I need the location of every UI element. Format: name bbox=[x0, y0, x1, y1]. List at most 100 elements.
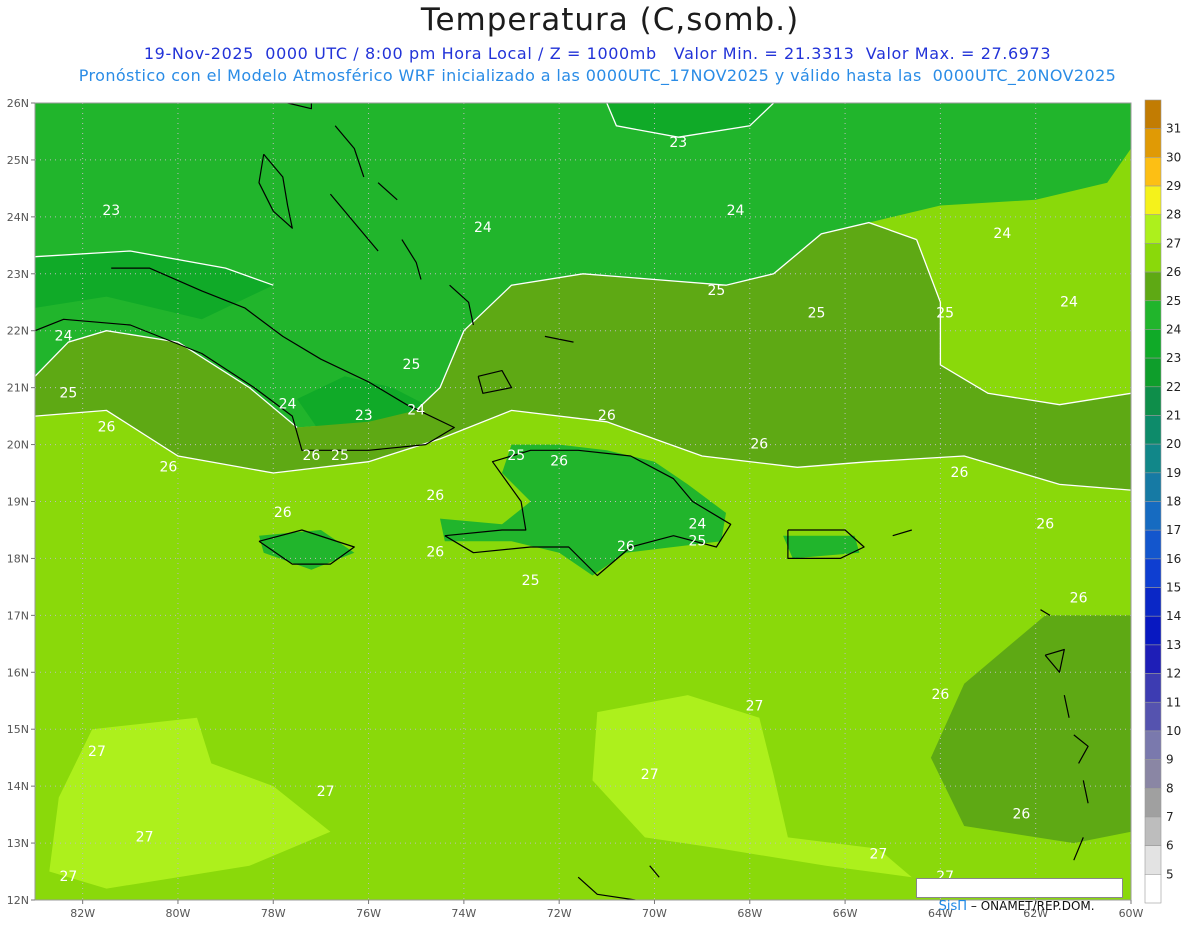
colorbar-swatch bbox=[1144, 730, 1162, 760]
lon-tick-label: 80W bbox=[166, 907, 191, 920]
colorbar-swatch bbox=[1144, 128, 1162, 158]
isotherm-label: 24 bbox=[474, 220, 492, 236]
isotherm-label: 26 bbox=[160, 459, 178, 475]
isotherm-label: 25 bbox=[59, 385, 77, 401]
isotherm-label: 26 bbox=[1070, 590, 1088, 606]
colorbar-swatch bbox=[1144, 874, 1162, 904]
isotherm-label: 26 bbox=[598, 408, 616, 424]
isotherm-label: 27 bbox=[641, 767, 659, 783]
colorbar-label: 17 bbox=[1166, 523, 1181, 537]
isotherm-label: 26 bbox=[98, 419, 116, 435]
colorbar-swatch bbox=[1144, 587, 1162, 617]
colorbar-label: 6 bbox=[1166, 839, 1174, 853]
isotherm-label: 24 bbox=[1060, 294, 1078, 310]
colorbar-swatch bbox=[1144, 214, 1162, 244]
colorbar-label: 10 bbox=[1166, 724, 1181, 738]
colorbar: 31 30 29 28 27 26 25 24 23 22 21 20 19 18 17 16 15 14 13 12… bbox=[1144, 99, 1181, 904]
lat-tick-label: 16N bbox=[7, 666, 29, 679]
lat-tick-label: 22N bbox=[7, 325, 29, 338]
isotherm-label: 26 bbox=[951, 465, 969, 481]
colorbar-label: 26 bbox=[1166, 265, 1181, 279]
isotherm-label: 27 bbox=[317, 784, 335, 800]
colorbar-swatch bbox=[1144, 243, 1162, 273]
isotherm-label: 26 bbox=[274, 505, 292, 521]
credit-text: – ONAMET/REP.DOM. bbox=[967, 899, 1095, 913]
colorbar-label: 22 bbox=[1166, 380, 1181, 394]
colorbar-swatch bbox=[1144, 157, 1162, 187]
colorbar-label: 27 bbox=[1166, 236, 1181, 250]
colorbar-label: 24 bbox=[1166, 322, 1181, 336]
colorbar-swatch bbox=[1144, 300, 1162, 330]
colorbar-swatch bbox=[1144, 759, 1162, 789]
isotherm-label: 27 bbox=[136, 829, 154, 845]
lon-tick-label: 72W bbox=[547, 907, 572, 920]
colorbar-label: 21 bbox=[1166, 408, 1181, 422]
colorbar-label: 15 bbox=[1166, 581, 1181, 595]
colorbar-label: 18 bbox=[1166, 495, 1181, 509]
colorbar-swatch bbox=[1144, 185, 1162, 216]
lon-tick-label: 60W bbox=[1119, 907, 1144, 920]
colorbar-label: 29 bbox=[1166, 179, 1181, 193]
colorbar-swatch bbox=[1144, 787, 1162, 818]
colorbar-label: 28 bbox=[1166, 208, 1181, 222]
colorbar-swatch bbox=[1144, 816, 1162, 846]
isotherm-label: 24 bbox=[279, 397, 297, 413]
lon-tick-label: 68W bbox=[737, 907, 762, 920]
isotherm-label: 25 bbox=[688, 533, 706, 549]
isotherm-label: 25 bbox=[507, 448, 525, 464]
isotherm-label: 24 bbox=[55, 328, 73, 344]
isotherm-label: 24 bbox=[688, 516, 706, 532]
lat-tick-label: 18N bbox=[7, 552, 29, 565]
colorbar-label: 7 bbox=[1166, 810, 1174, 824]
lat-tick-label: 25N bbox=[7, 154, 29, 167]
colorbar-swatch bbox=[1144, 357, 1162, 388]
colorbar-label: 8 bbox=[1166, 781, 1174, 795]
isotherm-label: 26 bbox=[750, 437, 768, 453]
lat-tick-label: 20N bbox=[7, 439, 29, 452]
colorbar-swatch bbox=[1144, 329, 1162, 359]
isotherm-label: 26 bbox=[426, 488, 444, 504]
isotherm-label: 24 bbox=[993, 226, 1011, 242]
lon-tick-label: 74W bbox=[451, 907, 476, 920]
colorbar-label: 25 bbox=[1166, 294, 1181, 308]
colorbar-swatch bbox=[1144, 615, 1162, 646]
colorbar-label: 20 bbox=[1166, 437, 1181, 451]
colorbar-swatch bbox=[1144, 99, 1162, 129]
isotherm-label: 23 bbox=[669, 135, 687, 151]
lon-tick-label: 82W bbox=[70, 907, 95, 920]
lon-tick-label: 70W bbox=[642, 907, 667, 920]
colorbar-label: 16 bbox=[1166, 552, 1181, 566]
colorbar-label: 14 bbox=[1166, 609, 1181, 623]
isotherm-label: 26 bbox=[1036, 516, 1054, 532]
colorbar-label: 19 bbox=[1166, 466, 1181, 480]
map-plot-area: 23232424242525 25242425252423 24262626 2526… bbox=[35, 103, 1131, 900]
temperature-map: 23232424242525 25242425252423 24262626 2526… bbox=[7, 97, 1182, 920]
lat-tick-label: 13N bbox=[7, 837, 29, 850]
isotherm-label: 25 bbox=[331, 448, 349, 464]
isotherm-label: 27 bbox=[59, 869, 77, 885]
isotherm-label: 27 bbox=[746, 698, 764, 714]
lon-tick-label: 76W bbox=[356, 907, 381, 920]
isotherm-label: 25 bbox=[708, 283, 726, 299]
colorbar-label: 9 bbox=[1166, 753, 1174, 767]
lat-tick-label: 21N bbox=[7, 382, 29, 395]
isotherm-label: 26 bbox=[617, 539, 635, 555]
colorbar-swatch bbox=[1144, 644, 1162, 674]
isotherm-label: 26 bbox=[302, 448, 320, 464]
lat-tick-label: 15N bbox=[7, 723, 29, 736]
isotherm-label: 25 bbox=[403, 357, 421, 373]
isotherm-label: 24 bbox=[407, 402, 425, 418]
isotherm-label: 26 bbox=[426, 545, 444, 561]
isotherm-label: 25 bbox=[936, 306, 954, 322]
colorbar-swatch bbox=[1144, 673, 1162, 703]
lon-tick-label: 66W bbox=[833, 907, 858, 920]
isotherm-label: 25 bbox=[808, 306, 826, 322]
isotherm-label: 25 bbox=[522, 573, 540, 589]
isotherm-label: 26 bbox=[931, 687, 949, 703]
colorbar-swatch bbox=[1144, 386, 1162, 416]
colorbar-swatch bbox=[1144, 443, 1162, 474]
lat-tick-label: 24N bbox=[7, 211, 29, 224]
lat-tick-label: 19N bbox=[7, 496, 29, 509]
colorbar-swatch bbox=[1144, 271, 1162, 302]
colorbar-label: 23 bbox=[1166, 351, 1181, 365]
